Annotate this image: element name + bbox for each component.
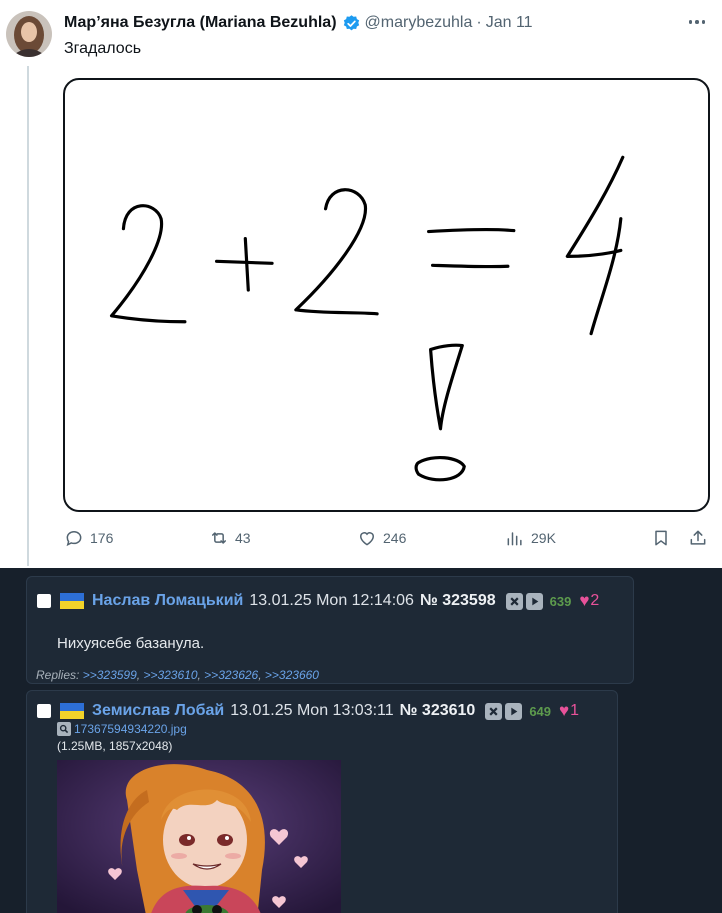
anime-girl-illustration	[57, 760, 341, 913]
handwritten-equation-drawing	[109, 155, 625, 482]
reply-link[interactable]: >>323626	[204, 668, 258, 682]
bookmark-button[interactable]	[651, 526, 677, 550]
heart-icon: ♥	[559, 701, 570, 720]
share-icon	[690, 530, 706, 545]
tweet-image[interactable]	[63, 78, 710, 512]
post-datetime: 13.01.25 Mon 13:03:11	[230, 702, 394, 719]
bookmark-icon	[655, 530, 667, 546]
ukraine-flag-icon	[60, 593, 84, 609]
play-button[interactable]	[525, 592, 543, 610]
post-header: Земислав Лобай 13.01.25 Mon 13:03:11 № 3…	[37, 699, 579, 723]
attachment-meta: (1.25MB, 1857x2048)	[57, 739, 173, 753]
close-icon	[510, 596, 519, 606]
author-handle[interactable]: @marybezuhla	[365, 14, 473, 32]
close-icon	[489, 706, 498, 716]
share-button[interactable]	[688, 526, 714, 550]
like-button[interactable]: 246	[357, 526, 406, 550]
more-dot	[695, 20, 699, 24]
reply-button[interactable]: 176	[64, 526, 113, 550]
reply-link[interactable]: >>323599	[83, 668, 137, 682]
post-select-checkbox[interactable]	[37, 704, 51, 718]
tweet-text: Згадалось	[64, 40, 142, 57]
retweet-icon	[212, 532, 226, 544]
post-select-checkbox[interactable]	[37, 594, 51, 608]
post-message: Нихуясебе базанула.	[57, 635, 205, 652]
heart-icon: ♥	[579, 591, 590, 610]
reply-separator: ,	[258, 668, 265, 682]
ukraine-flag-icon	[60, 703, 84, 719]
more-dot	[701, 20, 706, 24]
more-options-button[interactable]	[685, 12, 709, 32]
post-number[interactable]: № 323598	[420, 592, 496, 610]
verified-badge-icon[interactable]	[342, 14, 361, 33]
replies-label: Replies:	[36, 668, 80, 682]
attachment-link[interactable]: 17367594934220.jpg	[57, 722, 187, 736]
avatar[interactable]	[6, 11, 52, 57]
post-number[interactable]: № 323610	[400, 702, 476, 720]
poster-name[interactable]: Земислав Лобай	[92, 702, 224, 720]
like-button[interactable]: ♥ 1	[559, 701, 579, 721]
attachment-thumbnail[interactable]	[57, 760, 341, 913]
reply-icon	[66, 530, 82, 547]
tweet-header: Мар’яна Безугла (Mariana Bezuhla) @maryb…	[64, 12, 533, 34]
poster-name[interactable]: Наслав Ломацький	[92, 592, 243, 610]
tweet: Мар’яна Безугла (Mariana Bezuhla) @maryb…	[0, 0, 722, 568]
hide-post-button[interactable]	[505, 592, 523, 610]
views-count: 29K	[531, 530, 556, 546]
retweet-button[interactable]: 43	[209, 526, 251, 550]
post-counter: 649	[529, 703, 552, 719]
reply-link[interactable]: >>323610	[143, 668, 197, 682]
play-icon	[511, 707, 518, 715]
separator-dot: ·	[476, 14, 482, 31]
imageboard-thread: Наслав Ломацький 13.01.25 Mon 12:14:06 №…	[0, 568, 722, 913]
reply-count: 176	[90, 530, 114, 546]
thread-line	[27, 66, 29, 566]
post-counter: 639	[549, 593, 572, 609]
post-datetime: 13.01.25 Mon 12:14:06	[249, 592, 414, 609]
like-count: 2	[590, 592, 600, 609]
like-button[interactable]: ♥ 2	[579, 591, 599, 611]
views-button[interactable]: 29K	[505, 526, 556, 550]
post-header: Наслав Ломацький 13.01.25 Mon 12:14:06 №…	[37, 589, 599, 613]
play-icon	[531, 597, 538, 605]
magnifier-icon	[57, 722, 71, 736]
board-post: Наслав Ломацький 13.01.25 Mon 12:14:06 №…	[26, 576, 634, 684]
retweet-count: 43	[235, 530, 251, 546]
tweet-date[interactable]: Jan 11	[486, 14, 533, 32]
play-button[interactable]	[505, 702, 523, 720]
author-name[interactable]: Мар’яна Безугла (Mariana Bezuhla)	[64, 14, 337, 32]
attachment-filename[interactable]: 17367594934220.jpg	[74, 722, 187, 736]
like-count: 1	[570, 702, 580, 719]
views-icon	[507, 532, 522, 546]
more-dot	[688, 20, 693, 24]
hide-post-button[interactable]	[485, 702, 503, 720]
board-post: Земислав Лобай 13.01.25 Mon 13:03:11 № 3…	[26, 690, 618, 913]
reply-link[interactable]: >>323660	[265, 668, 319, 682]
post-replies: Replies: >>323599, >>323610, >>323626, >…	[36, 668, 319, 682]
like-count: 246	[383, 530, 407, 546]
heart-icon	[359, 532, 375, 546]
